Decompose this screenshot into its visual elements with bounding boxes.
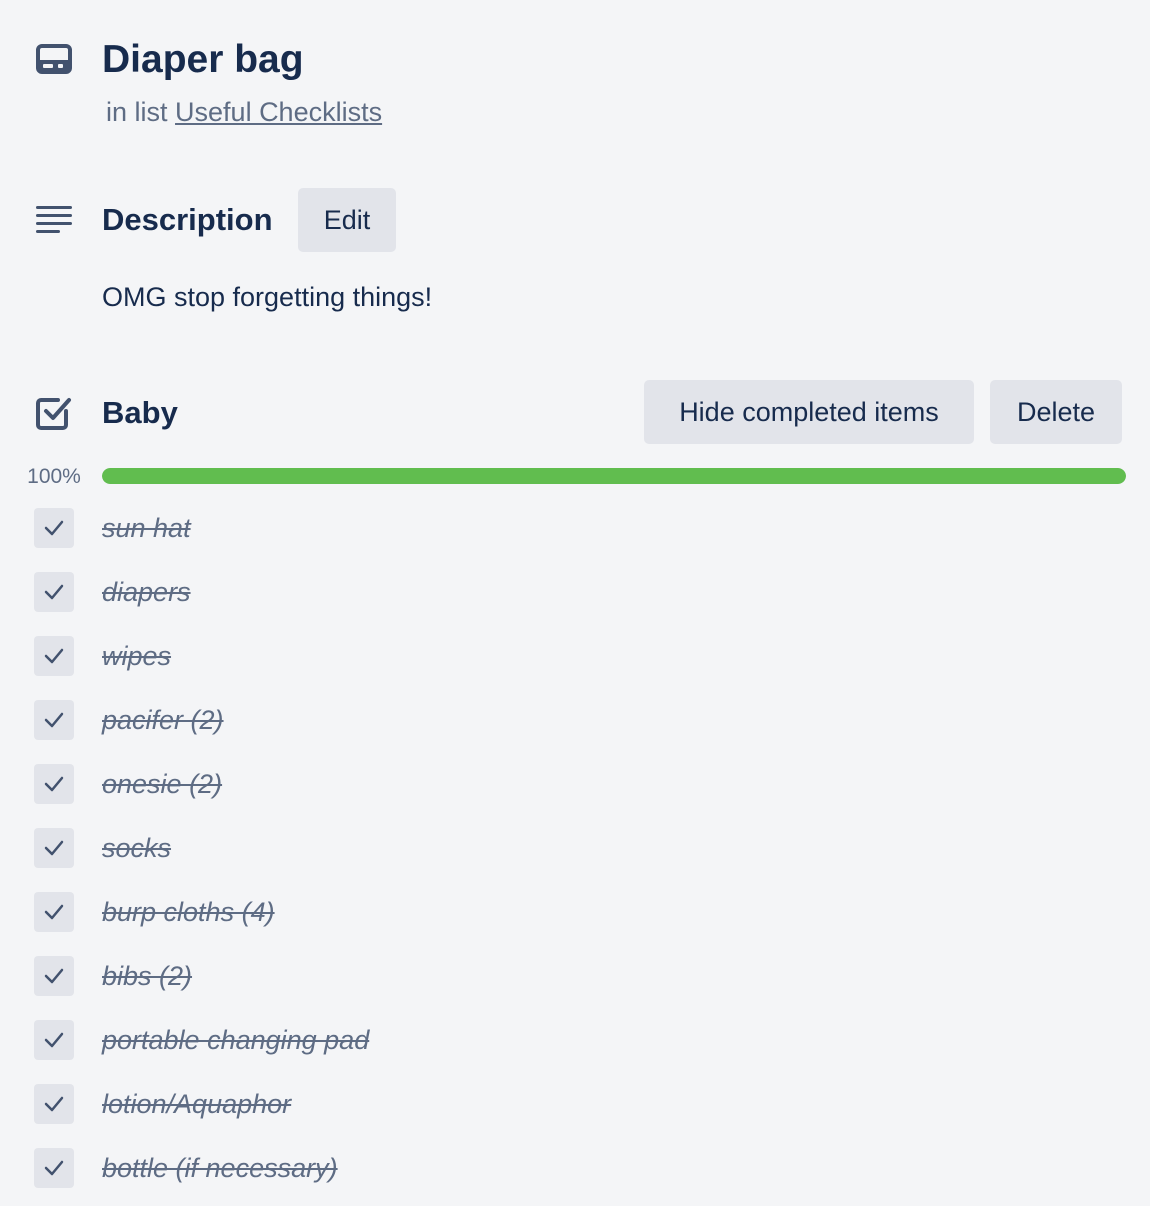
item-label[interactable]: bibs (2) (102, 958, 192, 994)
item-label[interactable]: pacifer (2) (102, 702, 224, 738)
item-checkbox[interactable] (34, 572, 74, 612)
checklist-item: bibs (2) (0, 944, 1150, 1008)
delete-checklist-button[interactable]: Delete (990, 380, 1122, 444)
checkmark-icon (44, 1096, 64, 1112)
item-checkbox[interactable] (34, 828, 74, 868)
item-checkbox[interactable] (34, 1020, 74, 1060)
checkmark-icon (44, 1160, 64, 1176)
checklist-title[interactable]: Baby (102, 393, 178, 433)
checkmark-icon (44, 840, 64, 856)
item-checkbox[interactable] (34, 892, 74, 932)
checklist-items: sun hat diapers wipes pacifer (2) onesie (2)… (0, 496, 1150, 1200)
checklist-item: socks (0, 816, 1150, 880)
item-checkbox[interactable] (34, 636, 74, 676)
checklist-item: pacifer (2) (0, 688, 1150, 752)
item-label[interactable]: diapers (102, 574, 191, 610)
item-checkbox[interactable] (34, 956, 74, 996)
checklist-item: burp cloths (4) (0, 880, 1150, 944)
description-lines-icon (36, 204, 72, 236)
item-label[interactable]: onesie (2) (102, 766, 222, 802)
item-label[interactable]: burp cloths (4) (102, 894, 275, 930)
checkmark-icon (44, 712, 64, 728)
checklist-item: portable changing pad (0, 1008, 1150, 1072)
checkmark-icon (44, 1032, 64, 1048)
in-list-prefix: in list (106, 97, 168, 127)
checklist-icon (36, 394, 72, 430)
checklist-item: onesie (2) (0, 752, 1150, 816)
item-label[interactable]: wipes (102, 638, 171, 674)
checklist-item: diapers (0, 560, 1150, 624)
description-text[interactable]: OMG stop forgetting things! (102, 280, 432, 314)
description-heading: Description (102, 202, 273, 237)
progress-percent: 100% (27, 465, 81, 488)
checkmark-icon (44, 648, 64, 664)
checkmark-icon (44, 904, 64, 920)
item-label[interactable]: bottle (if necessary) (102, 1150, 338, 1186)
edit-description-button[interactable]: Edit (298, 188, 396, 252)
item-checkbox[interactable] (34, 508, 74, 548)
item-checkbox[interactable] (34, 1148, 74, 1188)
item-checkbox[interactable] (34, 764, 74, 804)
hide-completed-button[interactable]: Hide completed items (644, 380, 974, 444)
progress-bar (102, 468, 1126, 484)
item-label[interactable]: lotion/Aquaphor (102, 1086, 291, 1122)
item-label[interactable]: portable changing pad (102, 1022, 369, 1058)
item-checkbox[interactable] (34, 700, 74, 740)
checkmark-icon (44, 520, 64, 536)
checklist-item: sun hat (0, 496, 1150, 560)
item-label[interactable]: socks (102, 830, 171, 866)
checkmark-icon (44, 776, 64, 792)
progress-bar-fill (102, 468, 1126, 484)
item-checkbox[interactable] (34, 1084, 74, 1124)
card-icon (36, 43, 72, 75)
checklist-item: lotion/Aquaphor (0, 1072, 1150, 1136)
checkmark-icon (44, 968, 64, 984)
card-list-info: in list Useful Checklists (106, 96, 382, 128)
checklist-item: wipes (0, 624, 1150, 688)
checklist-item: bottle (if necessary) (0, 1136, 1150, 1200)
list-link[interactable]: Useful Checklists (175, 97, 382, 127)
item-label[interactable]: sun hat (102, 510, 191, 546)
checkmark-icon (44, 584, 64, 600)
card-title: Diaper bag (102, 38, 304, 81)
